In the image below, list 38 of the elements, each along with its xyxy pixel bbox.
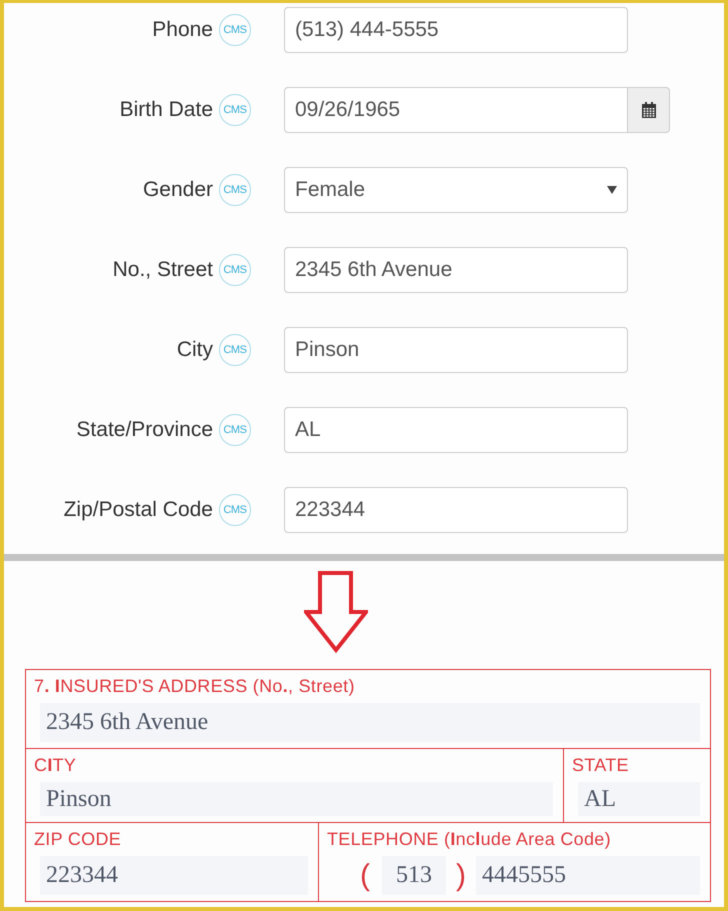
form-field: 223344	[40, 856, 308, 895]
form-field: AL	[578, 782, 700, 816]
cms-badge: CMS	[219, 254, 251, 286]
calendar-icon	[642, 102, 656, 118]
cms-badge: CMS	[219, 94, 251, 126]
field-label: Zip/Postal Code	[64, 498, 213, 522]
date-input[interactable]: 09/26/1965	[284, 87, 628, 133]
form-field: Pinson	[40, 782, 553, 816]
text-input[interactable]: 223344	[284, 487, 628, 533]
field-label: City	[176, 338, 213, 362]
select-dropdown[interactable]: Female	[284, 167, 628, 213]
form-label: ZIP CODE	[34, 828, 122, 850]
text-input[interactable]: AL	[284, 407, 628, 453]
field-label: Birth Date	[120, 98, 213, 122]
form-field: 2345 6th Avenue	[40, 703, 700, 742]
opening-parenthesis: (	[360, 860, 370, 890]
phone-number-field: 4445555	[476, 856, 700, 895]
text-input[interactable]: 2345 6th Avenue	[284, 247, 628, 293]
caret-icon	[607, 186, 617, 194]
cms-badge: CMS	[219, 334, 251, 366]
text-input[interactable]: Pinson	[284, 327, 628, 373]
field-label: Gender	[142, 178, 213, 202]
field-label: No., Street	[112, 258, 213, 282]
cms-badge: CMS	[219, 14, 251, 46]
calendar-button[interactable]	[628, 87, 670, 133]
form-label: CITY	[34, 754, 76, 776]
closing-parenthesis: )	[456, 860, 466, 890]
cms-badge: CMS	[219, 174, 251, 206]
field-label: State/Province	[76, 418, 213, 442]
form-label: 7. INSURED'S ADDRESS (No., Street)	[34, 675, 355, 697]
area-code-field: 513	[382, 856, 446, 895]
text-input[interactable]: (513) 444-5555	[284, 7, 628, 53]
cms-badge: CMS	[219, 494, 251, 526]
form-label: STATE	[572, 754, 629, 776]
down-arrow-icon	[304, 571, 368, 653]
form-label: TELEPHONE (Include Area Code)	[327, 828, 611, 850]
field-label: Phone	[152, 18, 213, 42]
cms-badge: CMS	[219, 414, 251, 446]
